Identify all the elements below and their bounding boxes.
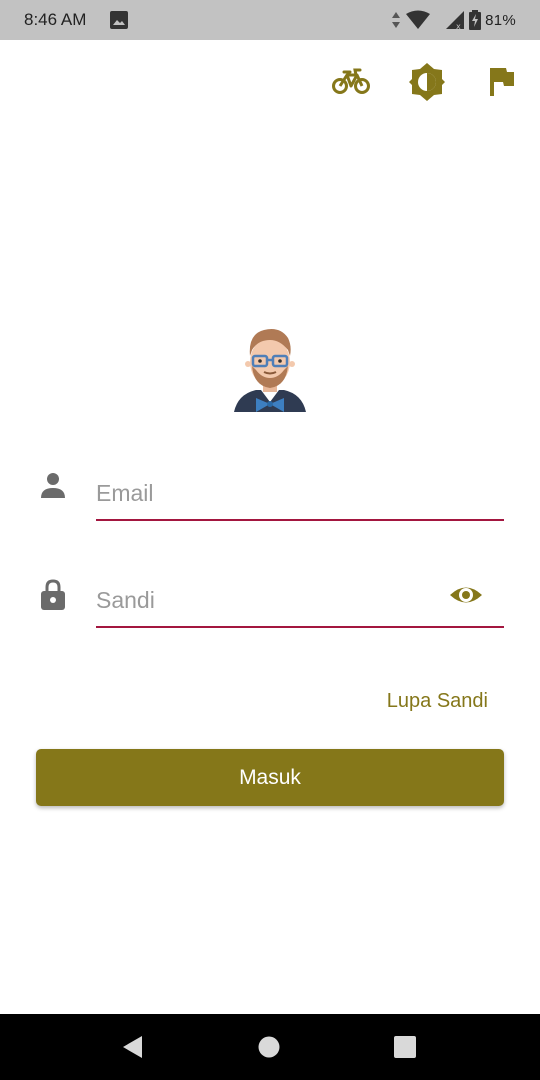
battery-charging-icon (469, 10, 482, 30)
gallery-icon (110, 11, 128, 34)
avatar (232, 322, 308, 416)
battery-percent: 81% (485, 11, 516, 29)
lock-icon (38, 578, 68, 617)
forgot-password-link[interactable]: Lupa Sandi (387, 690, 488, 713)
back-triangle-icon[interactable] (120, 1034, 146, 1065)
recents-square-icon[interactable] (393, 1034, 417, 1065)
svg-text:x: x (456, 22, 461, 30)
home-circle-icon[interactable] (257, 1034, 281, 1065)
email-field[interactable] (96, 467, 504, 521)
bike-icon[interactable] (332, 64, 370, 103)
wifi-icon (405, 10, 431, 30)
navigation-bar (0, 1014, 540, 1080)
password-field[interactable] (96, 574, 504, 628)
login-button[interactable]: Masuk (36, 749, 504, 806)
status-icons: x 81% (391, 9, 516, 31)
status-time: 8:46 AM (24, 10, 87, 29)
flag-icon[interactable] (486, 64, 516, 103)
person-icon (38, 470, 68, 505)
data-arrows-icon (391, 10, 401, 30)
signal-icon: x (445, 10, 465, 30)
status-bar: 8:46 AM x 81% (0, 0, 540, 40)
brightness-contrast-icon[interactable] (409, 62, 445, 107)
eye-icon[interactable] (446, 578, 486, 612)
